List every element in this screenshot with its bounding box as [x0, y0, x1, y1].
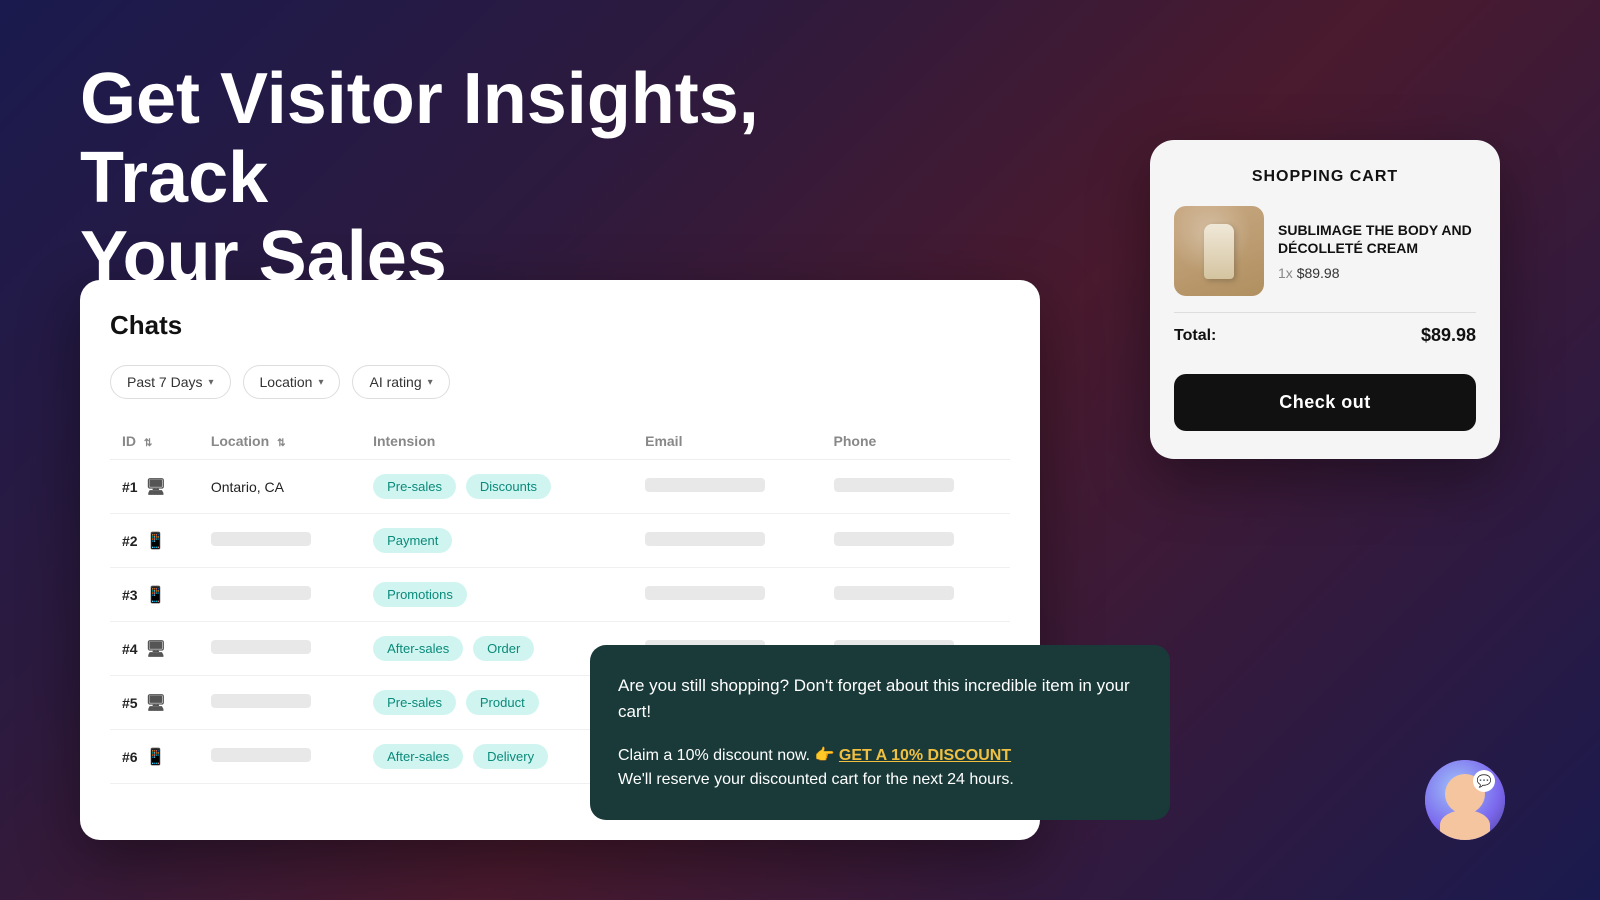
cart-total: Total: $89.98	[1174, 312, 1476, 358]
tag-order: Order	[473, 636, 534, 661]
tag-presales: Pre-sales	[373, 474, 456, 499]
chat-bubble-line3: We'll reserve your discounted cart for t…	[618, 771, 1014, 788]
filter-row: Past 7 Days ▾ Location ▾ AI rating ▾	[110, 365, 1010, 399]
discount-link[interactable]: GET A 10% DISCOUNT	[839, 747, 1011, 764]
avatar-body	[1440, 810, 1490, 840]
phone-blur	[834, 532, 954, 546]
tag-aftersales: After-sales	[373, 744, 463, 769]
hero-line2: Your Sales	[80, 217, 447, 297]
filter-period-label: Past 7 Days	[127, 374, 202, 390]
tag-presales: Pre-sales	[373, 690, 456, 715]
cart-item-name: SUBLIMAGE THE BODY AND DÉCOLLETÉ CREAM	[1278, 221, 1476, 257]
row-id: #2 📱	[122, 531, 187, 551]
tag-product: Product	[466, 690, 539, 715]
col-email: Email	[633, 423, 821, 460]
avatar-inner	[1425, 760, 1505, 840]
monitor-icon: 🖥	[146, 693, 166, 713]
email-blur	[645, 586, 765, 600]
tag-delivery: Delivery	[473, 744, 548, 769]
cart-item: SUBLIMAGE THE BODY AND DÉCOLLETÉ CREAM 1…	[1174, 206, 1476, 296]
col-location: Location ⇅	[199, 423, 361, 460]
cart-total-label: Total:	[1174, 327, 1216, 345]
location-blur	[211, 532, 311, 546]
sort-icon: ⇅	[144, 438, 152, 449]
table-row: #2 📱 Payment	[110, 514, 1010, 568]
checkout-button[interactable]: Check out	[1174, 374, 1476, 431]
chevron-down-icon: ▾	[318, 377, 323, 388]
location-blur	[211, 640, 311, 654]
chat-bubble-text2: Claim a 10% discount now. 👉 GET A 10% DI…	[618, 744, 1142, 792]
phone-blur	[834, 478, 954, 492]
row-number: #3	[122, 587, 138, 603]
row-tags: Promotions	[361, 568, 633, 622]
row-id: #4 🖥	[122, 639, 187, 659]
tag-promotions: Promotions	[373, 582, 467, 607]
filter-location-label: Location	[260, 374, 313, 390]
monitor-icon: 🖥	[146, 639, 166, 659]
tag-discounts: Discounts	[466, 474, 551, 499]
monitor-icon: 🖥	[146, 477, 166, 497]
location-blur	[211, 694, 311, 708]
row-number: #6	[122, 749, 138, 765]
filter-airating-btn[interactable]: AI rating ▾	[352, 365, 449, 399]
filter-airating-label: AI rating	[369, 374, 421, 390]
row-number: #5	[122, 695, 138, 711]
shopping-cart-panel: SHOPPING CART SUBLIMAGE THE BODY AND DÉC…	[1150, 140, 1500, 459]
filter-location-btn[interactable]: Location ▾	[243, 365, 341, 399]
phone-icon: 📱	[146, 585, 166, 605]
col-phone: Phone	[822, 423, 1010, 460]
table-row: #3 📱 Promotions	[110, 568, 1010, 622]
cart-price: $89.98	[1297, 265, 1340, 281]
chat-bubble-line2-prefix: Claim a 10% discount now. 👉	[618, 747, 834, 764]
cart-item-info: SUBLIMAGE THE BODY AND DÉCOLLETÉ CREAM 1…	[1278, 221, 1476, 281]
location-blur	[211, 586, 311, 600]
row-id: #1 🖥	[122, 477, 187, 497]
row-id: #6 📱	[122, 747, 187, 767]
tag-aftersales: After-sales	[373, 636, 463, 661]
cart-total-price: $89.98	[1421, 325, 1476, 346]
email-blur	[645, 532, 765, 546]
cart-title: SHOPPING CART	[1174, 168, 1476, 186]
phone-blur	[834, 586, 954, 600]
phone-icon: 📱	[146, 531, 166, 551]
col-intension: Intension	[361, 423, 633, 460]
filter-period-btn[interactable]: Past 7 Days ▾	[110, 365, 231, 399]
row-id: #5 🖥	[122, 693, 187, 713]
chevron-down-icon: ▾	[208, 377, 213, 388]
row-number: #1	[122, 479, 138, 495]
chevron-down-icon: ▾	[428, 377, 433, 388]
hero-section: Get Visitor Insights, Track Your Sales	[80, 60, 900, 298]
product-shape	[1204, 224, 1234, 279]
chat-bubble-line1: Are you still shopping? Don't forget abo…	[618, 673, 1142, 724]
row-id: #3 📱	[122, 585, 187, 605]
tag-payment: Payment	[373, 528, 452, 553]
speech-bubble-icon	[1473, 770, 1495, 792]
chat-bubble: Are you still shopping? Don't forget abo…	[590, 645, 1170, 820]
row-tags: Pre-sales Discounts	[361, 460, 633, 514]
hero-line1: Get Visitor Insights, Track	[80, 59, 759, 218]
location-blur	[211, 748, 311, 762]
cart-item-price: 1x $89.98	[1278, 265, 1476, 281]
email-blur	[645, 478, 765, 492]
phone-icon: 📱	[146, 747, 166, 767]
col-id: ID ⇅	[110, 423, 199, 460]
row-number: #4	[122, 641, 138, 657]
row-tags: Payment	[361, 514, 633, 568]
chats-title: Chats	[110, 310, 1010, 341]
row-number: #2	[122, 533, 138, 549]
row-location: Ontario, CA	[199, 460, 361, 514]
table-row: #1 🖥 Ontario, CA Pre-sales Discounts	[110, 460, 1010, 514]
cart-quantity: 1x	[1278, 265, 1293, 281]
avatar-bubble	[1425, 760, 1505, 840]
sort-icon: ⇅	[277, 438, 285, 449]
cart-item-image	[1174, 206, 1264, 296]
